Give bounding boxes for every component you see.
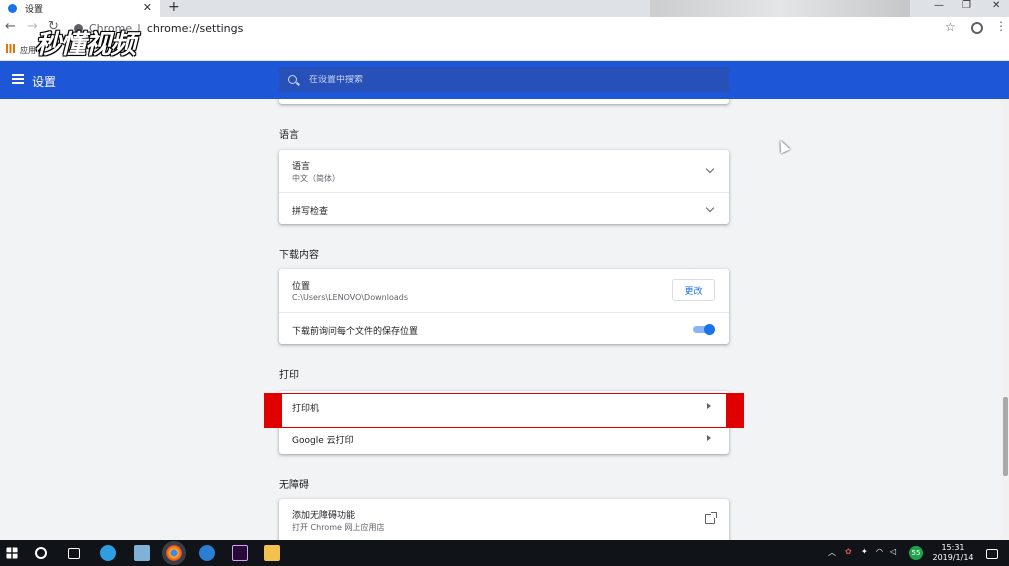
download-location-row: 位置 C:\Users\LENOVO\Downloads 更改 [279,269,729,312]
taskbar [0,540,1009,566]
add-accessibility-row[interactable]: 添加无障碍功能 打开 Chrome 网上应用店 [279,499,729,540]
tray-expand-icon[interactable]: ︿ [828,547,836,558]
close-window-button[interactable]: ✕ [992,0,1000,11]
tray-app-icon[interactable]: ✿ [845,547,852,556]
download-location-path: C:\Users\LENOVO\Downloads [292,293,408,302]
downloads-card: 位置 C:\Users\LENOVO\Downloads 更改 下载前询问每个文… [279,269,729,344]
ask-before-download-toggle[interactable] [693,324,715,335]
tray-app-icon[interactable]: ✦ [861,547,868,556]
notification-icon[interactable] [986,549,998,559]
hamburger-menu-icon[interactable] [12,74,24,84]
address-url: chrome://settings [146,21,244,35]
language-row[interactable]: 语言 中文（简体） [279,150,729,192]
search-icon [288,75,297,84]
apps-label[interactable]: 应用 [20,45,36,56]
restore-button[interactable]: ❐ [962,0,971,11]
add-accessibility-label: 添加无障碍功能 [292,511,356,521]
qq-browser-icon[interactable] [100,545,116,561]
accessibility-card: 添加无障碍功能 打开 Chrome 网上应用店 [279,499,729,540]
section-title-language: 语言 [279,130,299,141]
section-title-accessibility: 无障碍 [279,480,309,491]
chrome-icon[interactable] [162,541,186,565]
gear-icon [8,4,17,13]
language-value: 中文（简体） [292,174,340,183]
clock-time: 15:31 [941,543,965,552]
spellcheck-label: 拼写检查 [292,207,329,217]
apps-grid-icon[interactable] [6,44,15,53]
tab-title: 设置 [25,5,44,15]
search-input[interactable] [309,74,689,85]
change-location-button[interactable]: 更改 [672,279,715,301]
scrollbar-thumb[interactable] [1003,397,1008,476]
arrow-right-icon [707,403,711,409]
external-link-icon[interactable] [705,512,717,524]
printer-row[interactable] [282,394,726,427]
file-explorer-icon[interactable] [264,545,280,561]
tab-settings[interactable]: 设置 ✕ [0,0,160,17]
tray-badge[interactable]: 55 [909,546,923,560]
app-icon[interactable] [199,545,215,561]
profile-icon[interactable] [971,22,983,34]
menu-dots-icon[interactable]: ⋮ [995,19,1007,33]
clock-date: 2019/1/14 [932,553,974,562]
chevron-down-icon [705,164,715,174]
task-view-icon[interactable] [68,548,80,559]
settings-search[interactable] [279,67,729,92]
cortana-icon[interactable] [35,547,47,559]
spellcheck-row[interactable]: 拼写检查 [279,192,729,224]
blurred-region [650,0,910,17]
settings-content: 语言 语言 中文（简体） 拼写检查 下载内容 位置 C:\Users\LENOV… [0,99,1009,540]
toggle-knob [704,324,715,335]
premiere-icon[interactable] [232,545,248,561]
download-location-label: 位置 [292,282,311,292]
previous-card [279,99,729,104]
language-card: 语言 中文（简体） 拼写检查 [279,150,729,224]
bookmarks-bar [0,39,1009,61]
page-title: 设置 [32,75,57,89]
taskbar-clock[interactable]: 15:31 2019/1/14 [930,543,976,563]
cloud-print-label: Google 云打印 [292,436,354,446]
address-bar[interactable]: Chrome | chrome://settings [70,19,965,37]
printer-label: 打印机 [292,404,320,414]
app-icon[interactable] [134,545,150,561]
add-accessibility-sub: 打开 Chrome 网上应用店 [292,523,385,532]
section-title-downloads: 下载内容 [279,250,319,261]
ask-before-download-label: 下载前询问每个文件的保存位置 [292,327,419,337]
minimize-button[interactable]: — [934,0,944,11]
watermark-logo: 秒懂视频 [35,30,136,60]
address-separator: | [137,21,141,35]
tab-close-icon[interactable]: ✕ [143,1,152,14]
windows-start-icon[interactable] [6,547,18,559]
language-label: 语言 [292,162,311,172]
section-title-printing: 打印 [279,370,299,381]
wifi-icon[interactable]: ◠ [876,547,883,556]
arrow-right-icon [707,435,711,441]
bookmark-star-icon[interactable]: ☆ [945,20,956,34]
ask-before-download-row[interactable]: 下载前询问每个文件的保存位置 [279,312,729,344]
new-tab-button[interactable]: + [168,0,180,15]
volume-icon[interactable]: ◁ [890,547,896,556]
back-button[interactable]: ← [5,19,16,34]
chevron-down-icon [705,203,715,213]
